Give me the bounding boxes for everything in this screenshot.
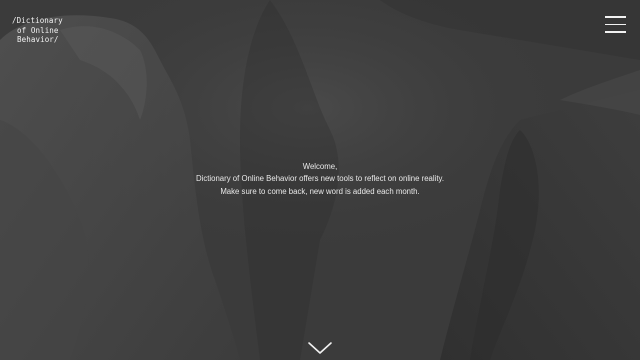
menu-bar-bottom bbox=[605, 31, 626, 33]
welcome-line-2: Dictionary of Online Behavior offers new… bbox=[195, 174, 445, 184]
welcome-line-3: Make sure to come back, new word is adde… bbox=[220, 186, 420, 196]
welcome-message: Welcome, Dictionary of Online Behavior o… bbox=[120, 161, 520, 198]
logo-line-3: Behavior/ bbox=[17, 35, 59, 44]
menu-bar-middle bbox=[605, 23, 626, 25]
logo-line-1: /Dictionary bbox=[12, 16, 63, 25]
menu-bar-top bbox=[605, 16, 626, 18]
chevron-down-icon[interactable] bbox=[307, 340, 333, 356]
logo-line-2: of Online bbox=[17, 25, 59, 35]
site-logo-link[interactable]: /Dictionary of Online Behavior/ bbox=[12, 16, 63, 45]
landing-page: /Dictionary of Online Behavior/ Welcome,… bbox=[0, 0, 640, 360]
welcome-line-1: Welcome, bbox=[302, 162, 338, 171]
hamburger-menu-icon[interactable] bbox=[605, 16, 626, 33]
